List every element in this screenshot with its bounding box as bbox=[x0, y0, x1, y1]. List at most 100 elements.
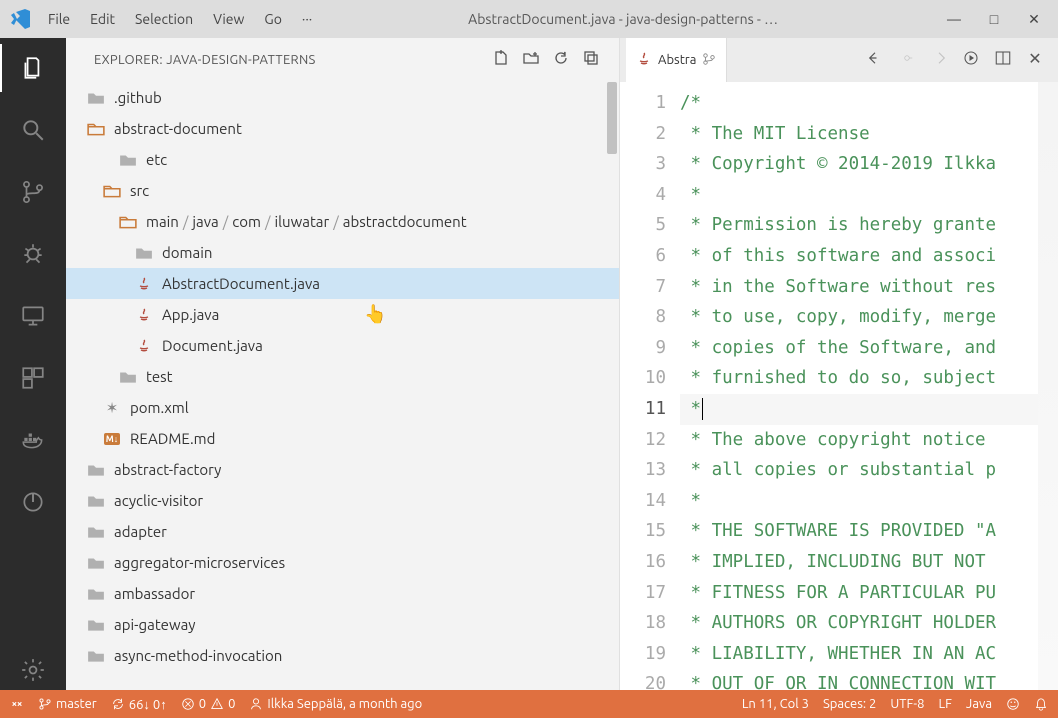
tree-item-domain[interactable]: domain bbox=[66, 237, 619, 268]
tree-item-readme-md[interactable]: M↓README.md bbox=[66, 423, 619, 454]
line-number[interactable]: 1 bbox=[620, 88, 666, 119]
go-forward-button[interactable] bbox=[896, 49, 918, 71]
line-number[interactable]: 8 bbox=[620, 302, 666, 333]
code-line[interactable]: * OUT OF OR IN CONNECTION WIT bbox=[680, 669, 1058, 690]
code-line[interactable]: * bbox=[680, 180, 1058, 211]
new-file-button[interactable] bbox=[493, 50, 509, 70]
code-view[interactable]: 1234567891011121314151617181920 👆 /* * T… bbox=[620, 82, 1058, 690]
status-branch[interactable]: master bbox=[38, 697, 97, 711]
code-line[interactable]: * bbox=[680, 486, 1058, 517]
line-number[interactable]: 7 bbox=[620, 272, 666, 303]
status-language[interactable]: Java bbox=[966, 697, 992, 711]
refresh-button[interactable] bbox=[553, 50, 569, 70]
activity-scm[interactable] bbox=[13, 172, 53, 212]
line-number[interactable]: 15 bbox=[620, 516, 666, 547]
activity-remote[interactable] bbox=[13, 296, 53, 336]
minimap[interactable] bbox=[1038, 82, 1058, 690]
activity-settings[interactable] bbox=[13, 650, 53, 690]
menu-selection[interactable]: Selection bbox=[135, 11, 193, 27]
activity-extensions[interactable] bbox=[13, 358, 53, 398]
status-remote[interactable] bbox=[10, 697, 24, 711]
code-line[interactable]: * LIABILITY, WHETHER IN AN AC bbox=[680, 639, 1058, 670]
tree-item-etc[interactable]: etc bbox=[66, 144, 619, 175]
menu-view[interactable]: View bbox=[213, 11, 244, 27]
tree-item-async-method-invocation[interactable]: async-method-invocation bbox=[66, 640, 619, 671]
code-line[interactable]: * in the Software without res bbox=[680, 272, 1058, 303]
line-number[interactable]: 19 bbox=[620, 639, 666, 670]
file-tree[interactable]: .githubabstract-documentetcsrcmain/java/… bbox=[66, 82, 619, 690]
tree-item--github[interactable]: .github bbox=[66, 82, 619, 113]
tree-item-abstract-factory[interactable]: abstract-factory bbox=[66, 454, 619, 485]
tree-scrollbar[interactable] bbox=[607, 82, 617, 154]
line-number[interactable]: 2 bbox=[620, 119, 666, 150]
menu-go[interactable]: Go bbox=[264, 11, 281, 27]
status-blame[interactable]: Ilkka Seppälä, a month ago bbox=[249, 697, 422, 711]
tree-item-abstractdocument-java[interactable]: AbstractDocument.java bbox=[66, 268, 619, 299]
go-back-button[interactable] bbox=[864, 49, 886, 71]
forward-arrow-button[interactable] bbox=[928, 49, 950, 71]
activity-docker[interactable] bbox=[13, 420, 53, 460]
tree-breadcrumb[interactable]: main/java/com/iluwatar/abstractdocument bbox=[66, 206, 619, 237]
code-line[interactable]: * all copies or substantial p bbox=[680, 455, 1058, 486]
status-bell[interactable] bbox=[1034, 697, 1048, 711]
line-number[interactable]: 3 bbox=[620, 149, 666, 180]
code-line[interactable]: * copies of the Software, and bbox=[680, 333, 1058, 364]
status-sync[interactable]: 66↓ 0↑ bbox=[111, 697, 167, 712]
run-button[interactable] bbox=[960, 49, 982, 71]
line-number[interactable]: 16 bbox=[620, 547, 666, 578]
status-eol[interactable]: LF bbox=[938, 697, 951, 711]
activity-power[interactable] bbox=[13, 482, 53, 522]
code-line[interactable]: * of this software and associ bbox=[680, 241, 1058, 272]
new-folder-button[interactable] bbox=[523, 50, 539, 70]
line-number[interactable]: 6 bbox=[620, 241, 666, 272]
code-line[interactable]: * The above copyright notice bbox=[680, 425, 1058, 456]
close-button[interactable]: ✕ bbox=[1026, 11, 1042, 28]
code-line[interactable]: * Copyright © 2014-2019 Ilkka bbox=[680, 149, 1058, 180]
code-line[interactable]: * AUTHORS OR COPYRIGHT HOLDER bbox=[680, 608, 1058, 639]
status-spaces[interactable]: Spaces: 2 bbox=[823, 697, 876, 711]
code-line[interactable]: * bbox=[680, 394, 1058, 425]
line-number[interactable]: 4 bbox=[620, 180, 666, 211]
status-position[interactable]: Ln 11, Col 3 bbox=[742, 697, 809, 711]
maximize-button[interactable]: □ bbox=[986, 11, 1002, 28]
split-editor-button[interactable] bbox=[992, 49, 1014, 71]
code-line[interactable]: * FITNESS FOR A PARTICULAR PU bbox=[680, 578, 1058, 609]
code-line[interactable]: * The MIT License bbox=[680, 119, 1058, 150]
activity-search[interactable] bbox=[13, 110, 53, 150]
code-line[interactable]: * Permission is hereby grante bbox=[680, 210, 1058, 241]
tree-item-ambassador[interactable]: ambassador bbox=[66, 578, 619, 609]
code-line[interactable]: /* bbox=[680, 88, 1058, 119]
line-number[interactable]: 14 bbox=[620, 486, 666, 517]
menu-more[interactable]: ··· bbox=[302, 11, 312, 27]
code-line[interactable]: * THE SOFTWARE IS PROVIDED "A bbox=[680, 516, 1058, 547]
tree-item-document-java[interactable]: Document.java bbox=[66, 330, 619, 361]
code-line[interactable]: * furnished to do so, subject bbox=[680, 363, 1058, 394]
line-number[interactable]: 17 bbox=[620, 578, 666, 609]
status-feedback[interactable] bbox=[1006, 697, 1020, 711]
code-line[interactable]: * to use, copy, modify, merge bbox=[680, 302, 1058, 333]
line-number[interactable]: 13 bbox=[620, 455, 666, 486]
collapse-all-button[interactable] bbox=[583, 50, 599, 70]
menu-file[interactable]: File bbox=[48, 11, 70, 27]
activity-debug[interactable] bbox=[13, 234, 53, 274]
tree-item-adapter[interactable]: adapter bbox=[66, 516, 619, 547]
tree-item-abstract-document[interactable]: abstract-document bbox=[66, 113, 619, 144]
menu-edit[interactable]: Edit bbox=[90, 11, 115, 27]
tab-abstractdocument[interactable]: Abstra bbox=[626, 38, 727, 82]
tree-item-pom-xml[interactable]: ✶pom.xml bbox=[66, 392, 619, 423]
status-encoding[interactable]: UTF-8 bbox=[890, 697, 924, 711]
line-number[interactable]: 18 bbox=[620, 608, 666, 639]
tab-scm-status-icon[interactable] bbox=[702, 52, 716, 69]
line-number[interactable]: 5 bbox=[620, 210, 666, 241]
code-line[interactable]: * IMPLIED, INCLUDING BUT NOT bbox=[680, 547, 1058, 578]
line-number[interactable]: 20 bbox=[620, 669, 666, 690]
activity-explorer[interactable] bbox=[13, 48, 53, 88]
line-number[interactable]: 11 bbox=[620, 394, 666, 425]
minimize-button[interactable]: — bbox=[946, 11, 962, 28]
tree-item-aggregator-microservices[interactable]: aggregator-microservices bbox=[66, 547, 619, 578]
tree-item-api-gateway[interactable]: api-gateway bbox=[66, 609, 619, 640]
tree-item-app-java[interactable]: App.java bbox=[66, 299, 619, 330]
tree-item-test[interactable]: test bbox=[66, 361, 619, 392]
line-number[interactable]: 12 bbox=[620, 425, 666, 456]
tree-item-acyclic-visitor[interactable]: acyclic-visitor bbox=[66, 485, 619, 516]
